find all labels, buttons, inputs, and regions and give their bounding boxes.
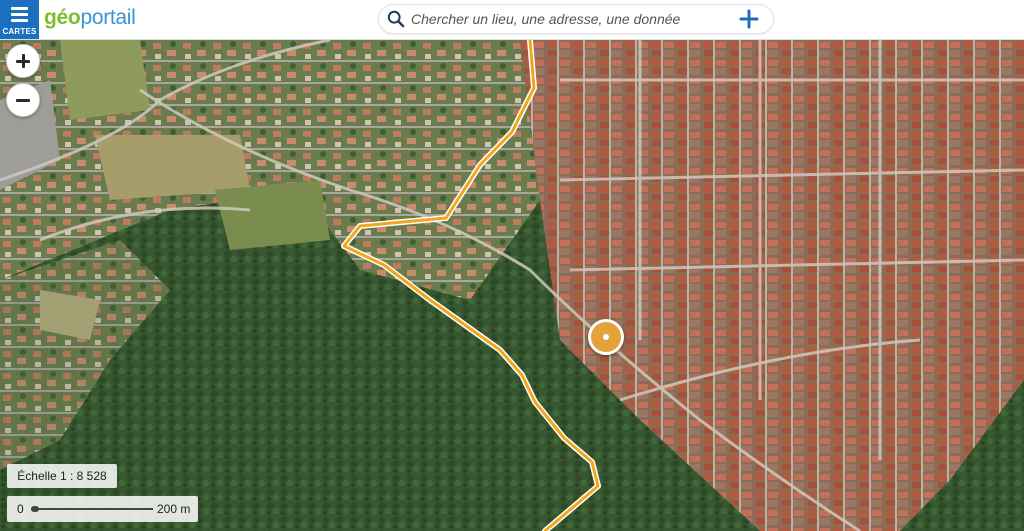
scale-bar: 0 200 m — [7, 496, 198, 522]
cartes-menu-label: CARTES — [2, 27, 37, 36]
top-bar: CARTES géoportail — [0, 0, 1024, 40]
geoportail-logo[interactable]: géoportail — [44, 5, 136, 31]
plus-icon[interactable] — [739, 9, 759, 29]
scale-bar-distance: 200 m — [157, 502, 191, 516]
menu-icon — [11, 7, 28, 25]
search-icon[interactable] — [387, 10, 405, 28]
location-marker-icon[interactable] — [588, 319, 624, 355]
scale-ratio-label: Échelle 1 : 8 528 — [7, 464, 117, 488]
search-box — [378, 4, 774, 34]
satellite-map[interactable] — [0, 40, 1024, 531]
search-input[interactable] — [411, 9, 731, 29]
zoom-in-button[interactable] — [6, 44, 40, 78]
scale-bar-zero: 0 — [17, 502, 24, 516]
logo-geo-text: géo — [44, 6, 81, 29]
logo-portail-text: portail — [80, 6, 136, 29]
zoom-out-button[interactable] — [6, 83, 40, 117]
scale-bar-line — [31, 506, 153, 512]
cartes-menu-button[interactable]: CARTES — [0, 0, 39, 39]
